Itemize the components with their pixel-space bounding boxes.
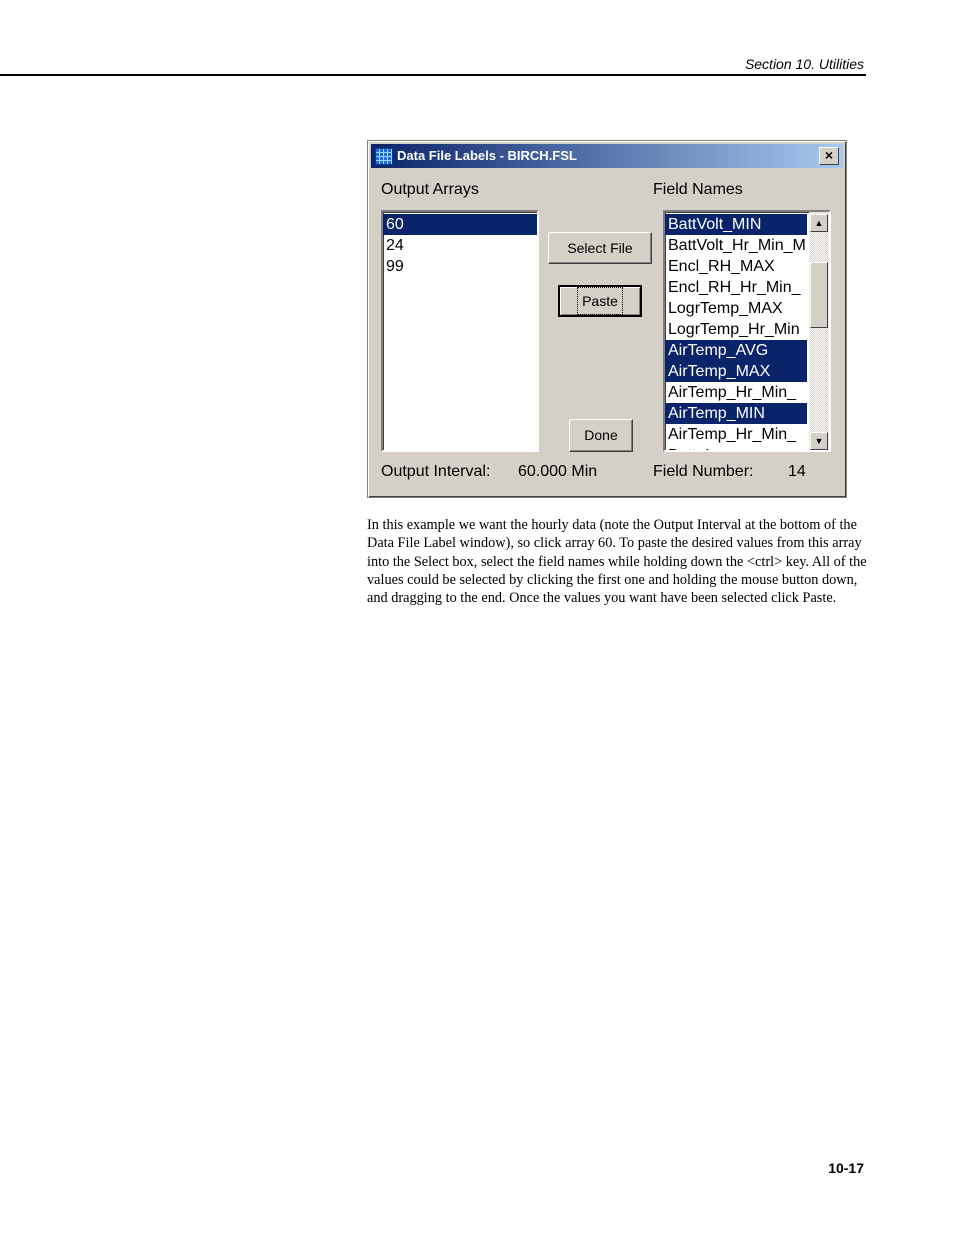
paste-button[interactable]: Paste [558, 285, 642, 317]
output-arrays-label: Output Arrays [381, 181, 479, 198]
field-name-item[interactable]: AirTemp_Hr_Min_ [665, 382, 807, 403]
field-names-scrollbar[interactable]: ▲ ▼ [809, 212, 829, 450]
dialog-title: Data File Labels - BIRCH.FSL [397, 148, 577, 163]
paste-button-label: Paste [577, 287, 623, 315]
output-array-item[interactable]: 60 [383, 214, 537, 235]
field-name-item[interactable]: Batt_Loss [665, 445, 807, 450]
field-name-item[interactable]: BattVolt_MIN [665, 214, 807, 235]
field-names-label: Field Names [653, 181, 743, 198]
dialog-titlebar[interactable]: Data File Labels - BIRCH.FSL × [371, 144, 843, 168]
field-number-label: Field Number: [653, 463, 754, 480]
output-array-item[interactable]: 99 [383, 256, 537, 277]
select-file-button[interactable]: Select File [548, 232, 652, 264]
spreadsheet-icon [375, 148, 393, 165]
scroll-thumb[interactable] [810, 262, 828, 328]
data-file-labels-dialog: Data File Labels - BIRCH.FSL × Output Ar… [367, 140, 847, 498]
field-name-item[interactable]: LogrTemp_Hr_Min [665, 319, 807, 340]
field-name-item[interactable]: AirTemp_AVG [665, 340, 807, 361]
field-name-item[interactable]: LogrTemp_MAX [665, 298, 807, 319]
body-paragraph: In this example we want the hourly data … [367, 517, 867, 607]
field-name-item[interactable]: AirTemp_MAX [665, 361, 807, 382]
scroll-down-icon[interactable]: ▼ [810, 432, 828, 450]
close-button[interactable]: × [819, 147, 839, 165]
page-number: 10-17 [828, 1160, 864, 1176]
output-array-item[interactable]: 24 [383, 235, 537, 256]
section-header: Section 10. Utilities [744, 56, 864, 72]
field-number-value: 14 [788, 463, 806, 480]
output-interval-label: Output Interval: [381, 463, 491, 480]
field-name-item[interactable]: AirTemp_MIN [665, 403, 807, 424]
field-name-item[interactable]: Encl_RH_Hr_Min_ [665, 277, 807, 298]
field-name-item[interactable]: Encl_RH_MAX [665, 256, 807, 277]
done-button[interactable]: Done [569, 419, 633, 452]
field-name-item[interactable]: AirTemp_Hr_Min_ [665, 424, 807, 445]
field-name-item[interactable]: BattVolt_Hr_Min_M [665, 235, 807, 256]
output-arrays-list[interactable]: 60 24 99 [381, 210, 539, 452]
scroll-up-icon[interactable]: ▲ [810, 214, 828, 232]
output-interval-value: 60.000 Min [518, 463, 598, 480]
header-rule [0, 74, 866, 76]
field-names-list[interactable]: BattVolt_MIN BattVolt_Hr_Min_M Encl_RH_MAX… [663, 210, 831, 452]
